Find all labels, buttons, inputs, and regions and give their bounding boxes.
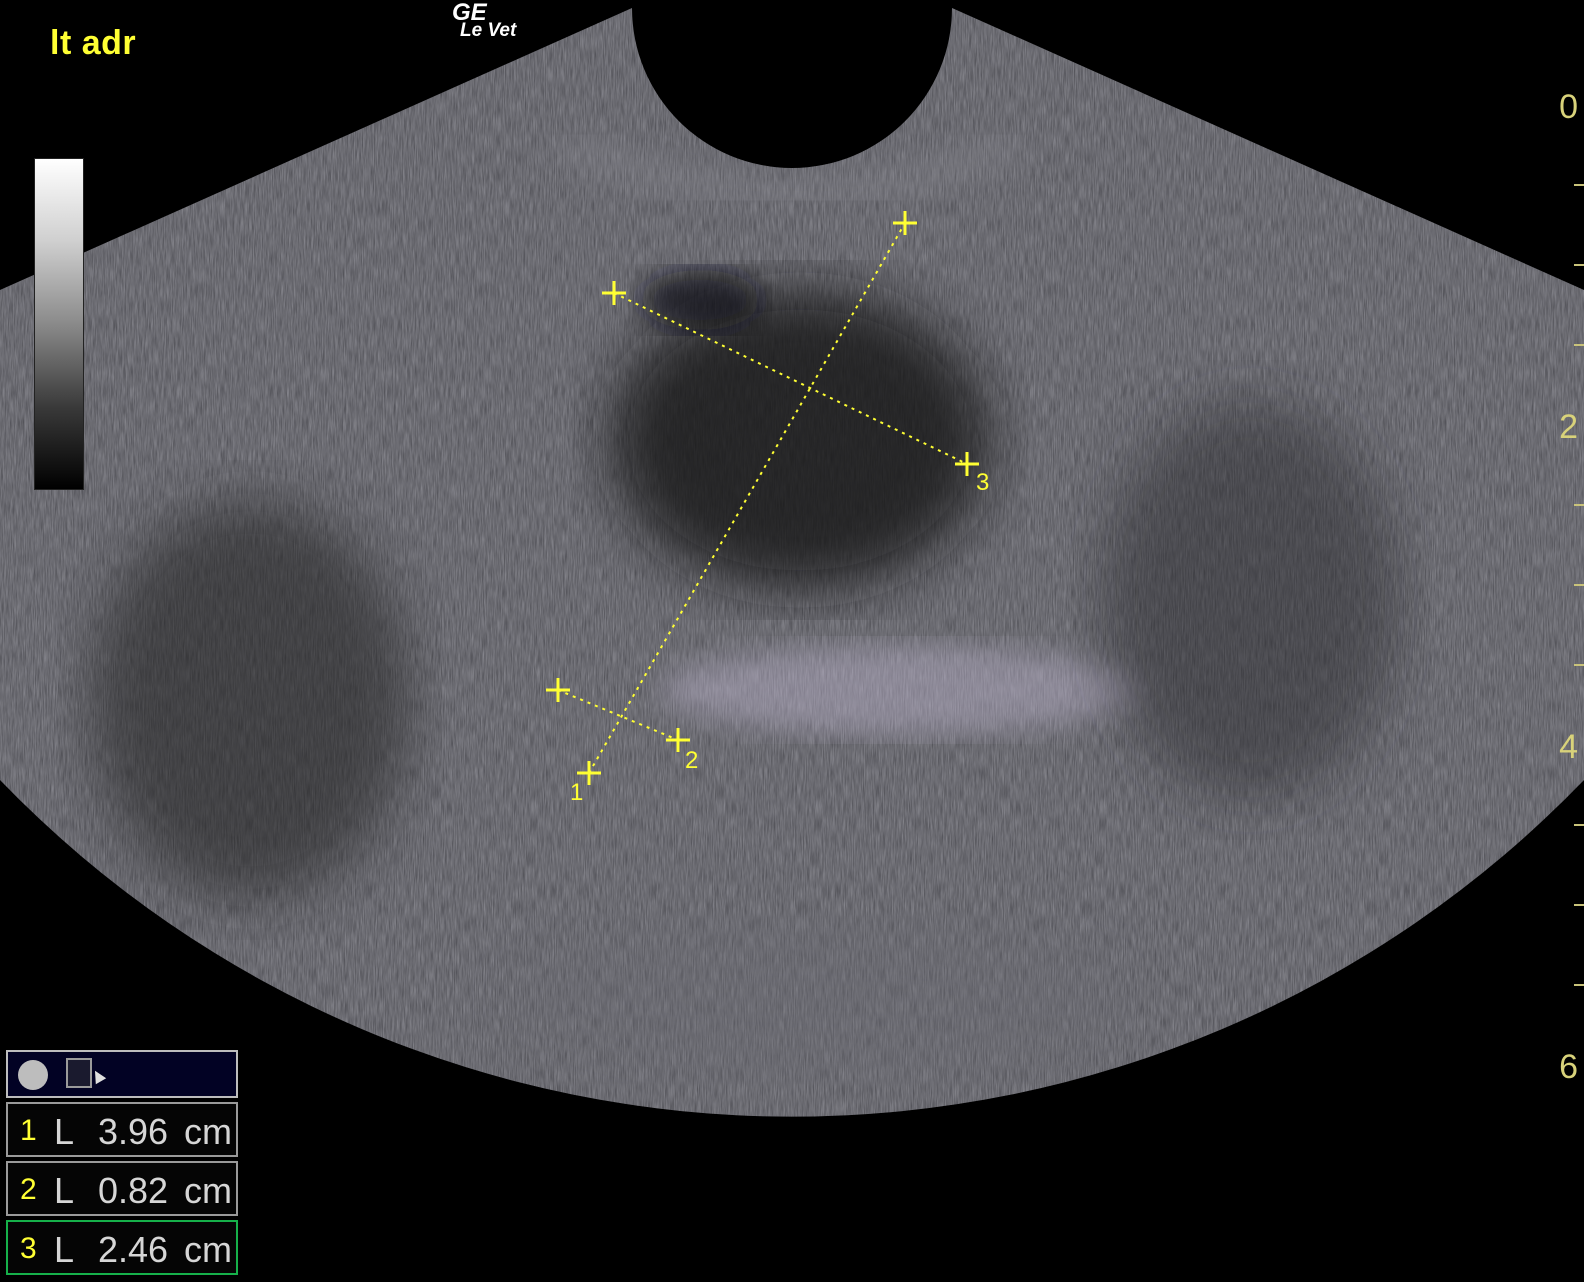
depth-label-0: 0 [1559,88,1578,126]
caliper-label-2: 2 [685,747,698,774]
measurement-value: 0.82 [98,1170,169,1211]
measurement-type: L [54,1170,75,1211]
measurement-row-3[interactable]: 3 L 2.46 cm [6,1220,238,1275]
caliper-label-1: 1 [570,779,583,806]
calculator-icon[interactable] [66,1058,92,1088]
measurement-unit: cm [184,1170,232,1211]
depth-tick [1574,184,1584,186]
depth-label-4: 4 [1559,728,1578,766]
preset-label: lt adr [50,24,137,62]
depth-tick [1574,584,1584,586]
depth-tick [1574,904,1584,906]
depth-label-6: 6 [1559,1048,1578,1086]
measurement-index: 3 [20,1232,37,1265]
circle-icon[interactable] [18,1060,48,1090]
measurement-unit: cm [184,1111,232,1152]
depth-label-2: 2 [1559,408,1578,446]
caliper-label-3: 3 [976,469,989,496]
depth-tick [1574,344,1584,346]
depth-tick [1574,984,1584,986]
measurement-type: L [54,1111,75,1152]
measurement-row-2[interactable]: 2 L 0.82 cm [6,1161,238,1216]
depth-tick [1574,824,1584,826]
measurement-row-1[interactable]: 1 L 3.96 cm [6,1102,238,1157]
measurement-toolbar [6,1050,238,1098]
measurement-value: 2.46 [98,1229,169,1270]
measurement-panel: 1 L 3.96 cm 2 L 0.82 cm 3 L 2.46 cm [6,1050,238,1275]
depth-tick [1574,664,1584,666]
depth-tick [1574,264,1584,266]
depth-tick [1574,504,1584,506]
measurement-index: 1 [20,1114,37,1147]
vendor-logo-line2: Le Vet [460,20,517,41]
ultrasound-viewer: 1 2 3 lt adr GE Le Vet 0 2 4 6 1 L 3.96 … [0,0,1584,1282]
measurement-unit: cm [184,1229,232,1270]
vendor-logo: GE Le Vet [452,1,517,41]
grayscale-bar [34,158,84,490]
cursor-icon [89,1067,107,1085]
measurement-type: L [54,1229,75,1270]
measurement-value: 3.96 [98,1111,169,1152]
measurement-index: 2 [20,1173,37,1206]
